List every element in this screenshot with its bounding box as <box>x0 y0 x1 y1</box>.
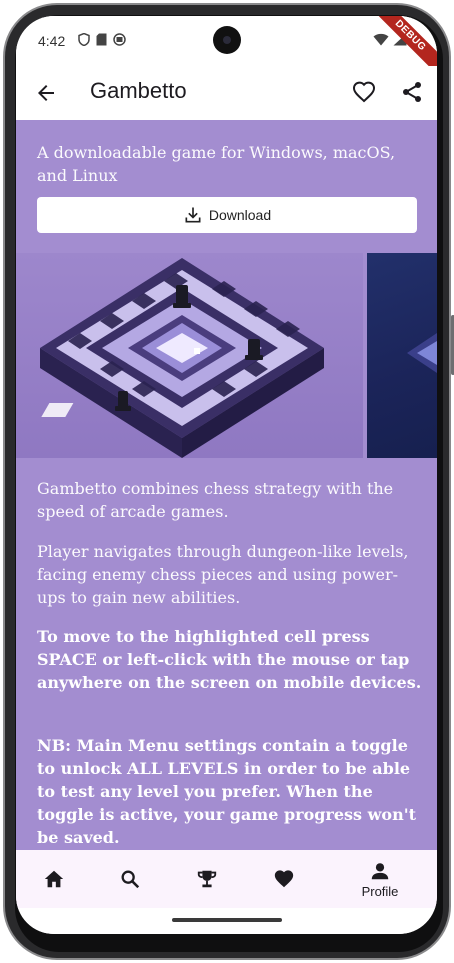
page-title: Gambetto <box>90 78 187 103</box>
home-icon <box>44 870 64 888</box>
game-tagline: A downloadable game for Windows, macOS, … <box>37 143 396 185</box>
heart-outline-icon[interactable] <box>352 80 376 104</box>
description-paragraph: Gambetto combines chess strategy with th… <box>37 479 394 521</box>
game-screenshot[interactable] <box>16 253 363 458</box>
share-icon[interactable] <box>400 80 424 104</box>
home-indicator[interactable] <box>172 918 282 922</box>
heart-icon <box>274 870 294 888</box>
notification-icons <box>78 33 126 46</box>
screen: 4:42 DEBUG Gambetto A downloadable game … <box>16 16 437 934</box>
app-bar: Gambetto <box>16 66 437 120</box>
nav-item-profile[interactable]: Profile <box>350 850 410 908</box>
download-label: Download <box>208 207 272 223</box>
nav-item-achievements[interactable] <box>177 850 237 908</box>
wifi-icon <box>373 33 389 46</box>
gesture-bar-area <box>16 908 437 934</box>
nav-item-favorites[interactable] <box>254 850 314 908</box>
download-button[interactable]: Download <box>37 197 417 233</box>
search-icon <box>121 870 140 889</box>
arrow-back-icon[interactable] <box>34 81 58 105</box>
nav-label-profile: Profile <box>361 883 399 899</box>
download-icon <box>185 207 201 223</box>
note-paragraph: NB: Main Menu settings contain a toggle … <box>37 736 416 847</box>
chess-board-illustration <box>40 258 324 458</box>
status-time: 4:42 <box>38 33 66 49</box>
instructions-paragraph: To move to the highlighted cell press SP… <box>37 627 422 692</box>
status-bar: 4:42 DEBUG <box>16 16 437 81</box>
bottom-navigation: Profile <box>16 850 437 908</box>
trophy-icon <box>197 870 217 888</box>
person-icon <box>371 862 389 879</box>
nav-item-search[interactable] <box>100 850 160 908</box>
shield-icon <box>78 33 90 46</box>
app-notification-icon <box>113 33 126 46</box>
nav-item-home[interactable] <box>24 850 84 908</box>
game-detail-content[interactable]: A downloadable game for Windows, macOS, … <box>16 120 437 850</box>
game-screenshot-2[interactable] <box>367 253 437 458</box>
screenshot-gallery[interactable] <box>16 253 437 458</box>
sd-card-icon <box>96 33 107 46</box>
chess-board-illustration-2 <box>407 333 437 373</box>
description-paragraph: Player navigates through dungeon-like le… <box>37 542 409 607</box>
front-camera <box>213 26 241 54</box>
